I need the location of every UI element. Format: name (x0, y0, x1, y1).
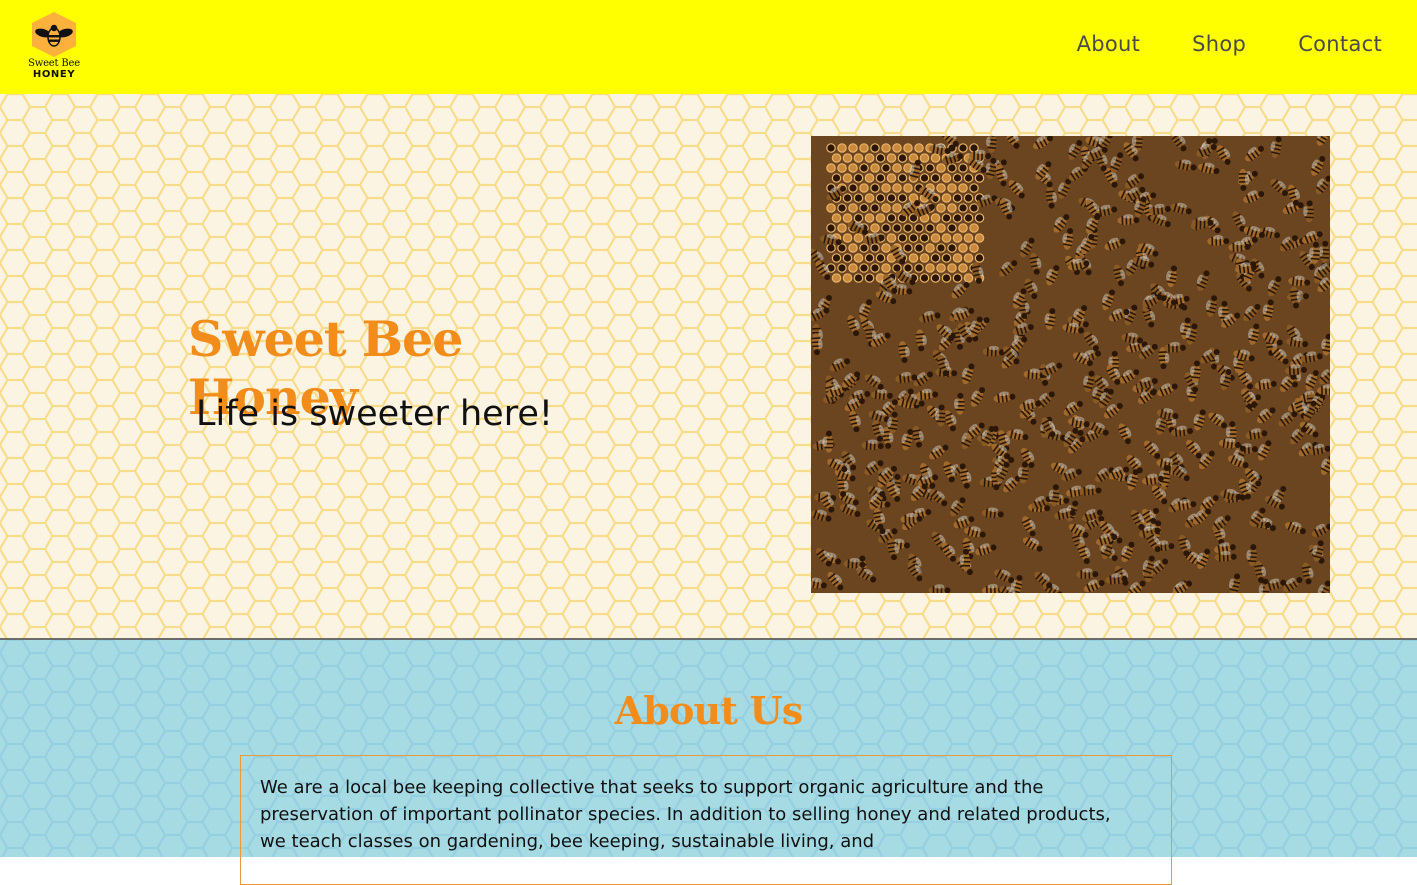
bee-hexagon-icon (22, 10, 86, 60)
site-header: Sweet Bee HONEY About Shop Contact (0, 0, 1417, 94)
honeycomb-bees-image (811, 136, 1330, 593)
hero-section: Sweet Bee Honey Life is sweeter here! (0, 94, 1417, 638)
main-nav: About Shop Contact (1077, 32, 1382, 56)
bee-photo-illustration (811, 136, 1330, 593)
nav-link-about[interactable]: About (1077, 32, 1141, 56)
hero-subtitle: Life is sweeter here! (196, 394, 616, 434)
logo-text-line1: Sweet Bee (22, 58, 86, 69)
about-section: About Us We are a local bee keeping coll… (0, 640, 1417, 857)
about-text-box: We are a local bee keeping collective th… (240, 755, 1172, 885)
brand-logo[interactable]: Sweet Bee HONEY (22, 10, 86, 82)
logo-text-line2: HONEY (22, 69, 86, 80)
about-title: About Us (0, 688, 1417, 733)
nav-link-shop[interactable]: Shop (1192, 32, 1246, 56)
nav-link-contact[interactable]: Contact (1298, 32, 1382, 56)
about-body-text: We are a local bee keeping collective th… (260, 774, 1140, 855)
